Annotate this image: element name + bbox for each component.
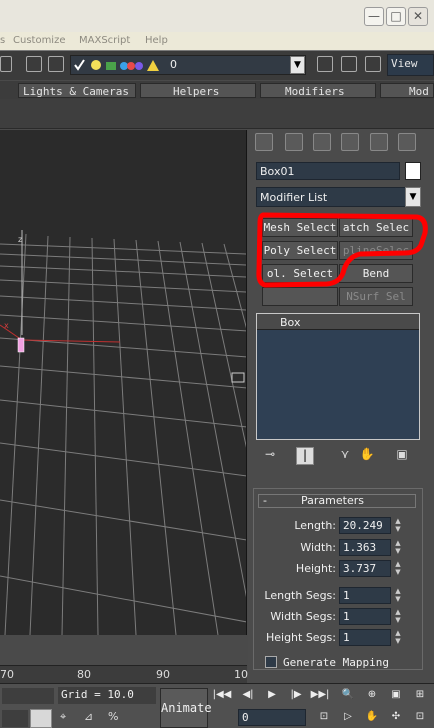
show-end-result-icon[interactable]: | [296, 447, 314, 465]
length-segs-label: Length Segs: [264, 589, 336, 602]
make-unique-icon[interactable]: ⋎ [337, 447, 353, 465]
animate-button[interactable]: Animate [160, 688, 212, 728]
layer-dropdown[interactable] [70, 55, 306, 75]
menu-item-maxscript[interactable]: MAXScript [79, 35, 130, 46]
tab-lights-cameras[interactable]: Lights & Cameras [18, 83, 136, 98]
play-icon[interactable]: ▶ [262, 686, 282, 704]
tab-helpers[interactable]: Helpers [140, 83, 256, 98]
modifier-list-arrow-icon[interactable]: ▼ [405, 187, 421, 207]
modify-tab-icon[interactable] [285, 133, 303, 151]
percent-snap-status-icon[interactable]: % [108, 710, 124, 726]
grid-readout: Grid = 10.0 [58, 687, 156, 704]
tab-content-strip [0, 99, 434, 129]
length-segs-spinner-icon[interactable]: ▲ ▼ [393, 587, 403, 604]
utilities-tab-icon[interactable] [398, 133, 416, 151]
svg-text:x: x [4, 321, 9, 330]
perspective-viewport[interactable]: x z [0, 130, 247, 635]
layer-manager-icon[interactable] [26, 56, 42, 72]
previous-frame-icon[interactable]: ◀| [238, 686, 258, 704]
time-ruler[interactable] [0, 665, 247, 683]
display-tab-icon[interactable] [370, 133, 388, 151]
menu-item-customize[interactable]: Customize [13, 35, 66, 46]
generate-mapping-label: Generate Mapping [283, 656, 389, 669]
ruler-tick-label: 70 [0, 668, 14, 681]
selection-lock-field[interactable] [2, 710, 28, 727]
height-label: Height: [295, 562, 336, 575]
angle-snap-status-icon[interactable]: ⊿ [84, 710, 100, 726]
object-color-swatch[interactable] [405, 162, 421, 180]
height-field[interactable]: 3.737 [339, 560, 391, 577]
parameters-header-label: Parameters [301, 494, 364, 507]
menu-item-fragment[interactable]: s [0, 35, 5, 46]
modifier-list-dropdown[interactable]: Modifier List [256, 187, 406, 207]
current-frame-field[interactable]: 0 [238, 709, 306, 726]
hierarchy-tab-icon[interactable] [313, 133, 331, 151]
ruler-tick-label: 10 [234, 668, 248, 681]
collapse-indicator: - [263, 494, 267, 507]
red-highlight-outline [256, 212, 428, 288]
viewport-z-axis-label: z [18, 235, 23, 244]
height-segs-label: Height Segs: [265, 631, 336, 644]
motion-tab-icon[interactable] [341, 133, 359, 151]
ruler-tick-label: 80 [77, 668, 91, 681]
maximize-button[interactable]: □ [386, 7, 406, 26]
modifier-stack-item-label: Box [280, 316, 301, 329]
length-segs-field[interactable]: 1 [339, 587, 391, 604]
go-to-end-icon[interactable]: ▶▶| [310, 686, 330, 704]
menu-item-help[interactable]: Help [145, 35, 168, 46]
parameters-rollout-header[interactable]: - Parameters [258, 494, 416, 508]
layer-list-icon[interactable] [48, 56, 64, 72]
height-segs-spinner-icon[interactable]: ▲ ▼ [393, 629, 403, 646]
configure-modifier-sets-icon[interactable]: ▣ [394, 447, 410, 465]
angle-snap-icon[interactable] [341, 56, 357, 72]
zoom-extents-all-icon[interactable]: ⊞ [410, 686, 430, 704]
create-tab-icon[interactable] [255, 133, 273, 151]
tab-mod-more[interactable]: Mod [380, 83, 434, 98]
close-button[interactable]: ✕ [408, 7, 428, 26]
percent-snap-icon[interactable] [365, 56, 381, 72]
layer-value: 0 [170, 58, 177, 71]
ruler-tick-label: 90 [156, 668, 170, 681]
modifier-stack-list[interactable] [256, 313, 420, 440]
field-of-view-icon[interactable]: ▷ [338, 708, 358, 726]
snap-toggle-icon[interactable] [317, 56, 333, 72]
snap-3d-icon[interactable]: ⌖ [60, 710, 76, 726]
width-label: Width: [300, 541, 336, 554]
prompt-field[interactable] [2, 688, 54, 704]
maximize-viewport-icon[interactable]: ⊡ [410, 708, 430, 726]
width-field[interactable]: 1.363 [339, 539, 391, 556]
select-region-icon[interactable] [0, 56, 12, 72]
zoom-icon[interactable]: 🔍 [338, 686, 358, 704]
absolute-mode-icon[interactable] [30, 709, 52, 728]
length-spinner-icon[interactable]: ▲ ▼ [393, 517, 403, 534]
height-segs-field[interactable]: 1 [339, 629, 391, 646]
generate-mapping-checkbox[interactable] [265, 656, 277, 668]
remove-modifier-icon[interactable]: ✋ [359, 447, 375, 465]
zoom-all-icon[interactable]: ⊕ [362, 686, 382, 704]
width-spinner-icon[interactable]: ▲ ▼ [393, 539, 403, 556]
pan-icon[interactable]: ✋ [362, 708, 382, 726]
object-name-field[interactable]: Box01 [256, 162, 400, 180]
go-to-start-icon[interactable]: |◀◀ [212, 686, 232, 704]
pin-stack-icon[interactable]: ⊸ [262, 447, 278, 465]
height-spinner-icon[interactable]: ▲ ▼ [393, 560, 403, 577]
width-segs-spinner-icon[interactable]: ▲ ▼ [393, 608, 403, 625]
length-field[interactable]: 20.249 [339, 517, 391, 534]
tab-modifiers[interactable]: Modifiers [260, 83, 376, 98]
zoom-extents-icon[interactable]: ▣ [386, 686, 406, 704]
reference-coordinate-dropdown[interactable]: View [387, 54, 434, 76]
time-config-icon[interactable]: ⊡ [314, 708, 334, 726]
minimize-button[interactable]: — [364, 7, 384, 26]
width-segs-field[interactable]: 1 [339, 608, 391, 625]
arc-rotate-icon[interactable]: ✣ [386, 708, 406, 726]
layer-dropdown-arrow-icon[interactable]: ▼ [290, 56, 305, 74]
next-frame-icon[interactable]: |▶ [286, 686, 306, 704]
length-label: Length: [294, 519, 336, 532]
viewport-grid: x [0, 230, 246, 635]
menu-bar: s Customize MAXScript Help [0, 32, 434, 50]
width-segs-label: Width Segs: [270, 610, 336, 623]
